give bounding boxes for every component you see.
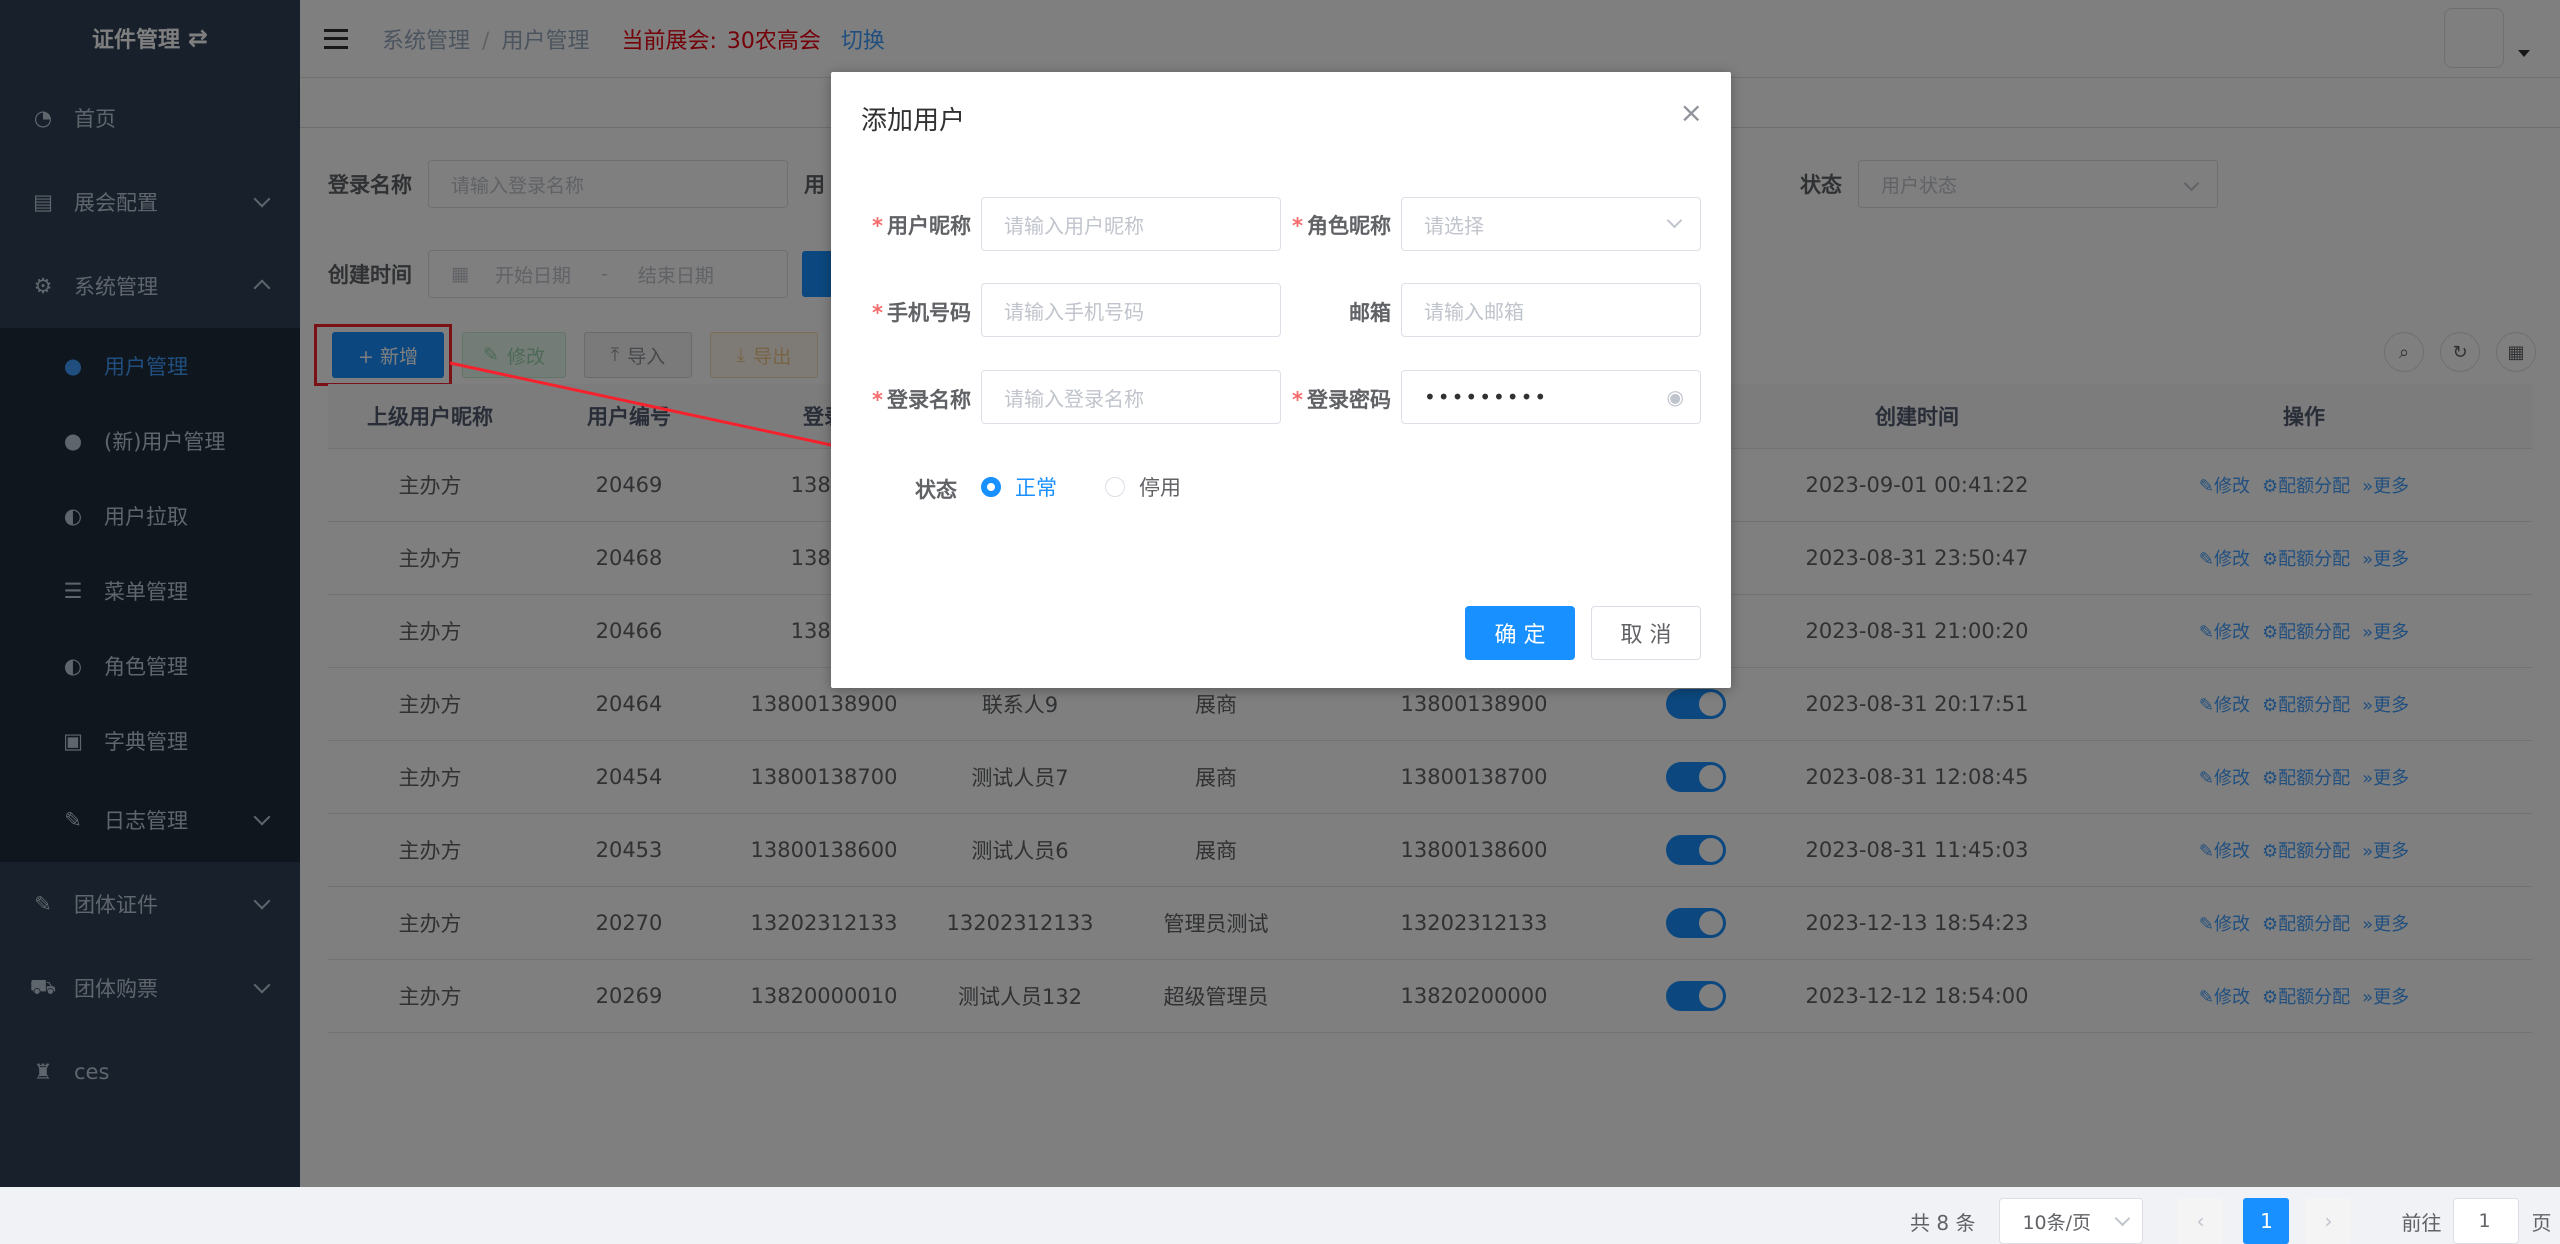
page-button[interactable]: 1 [2243, 1198, 2290, 1244]
password-input[interactable]: ••••••••• ◉ [1401, 370, 1701, 424]
radio-label: 停用 [1139, 476, 1181, 500]
add-user-dialog: 添加用户 × * 用户昵称 请输入用户昵称 * 角色昵称 请选择 * 手机号码 请输入… [831, 72, 1731, 688]
nickname-label: * 用户昵称 [872, 214, 971, 238]
status-label: 状态 [915, 478, 957, 502]
email-label: 邮箱 [1349, 301, 1391, 325]
eye-icon[interactable]: ◉ [1667, 385, 1684, 409]
email-input[interactable]: 请输入邮箱 [1401, 283, 1701, 337]
login-name-input[interactable]: 请输入登录名称 [981, 370, 1281, 424]
page-suffix: 页 [2531, 1210, 2552, 1235]
close-icon[interactable]: × [1680, 96, 1703, 129]
nickname-input[interactable]: 请输入用户昵称 [981, 197, 1281, 251]
radio-checked-icon [981, 477, 1001, 497]
page-size-select[interactable]: 10条/页 [1999, 1198, 2144, 1244]
phone-label: * 手机号码 [872, 301, 971, 325]
next-page-button[interactable]: › [2305, 1198, 2352, 1244]
radio-unchecked-icon [1105, 477, 1125, 497]
confirm-button[interactable]: 确 定 [1465, 606, 1575, 660]
cancel-button[interactable]: 取 消 [1591, 606, 1701, 660]
role-placeholder: 请选择 [1424, 213, 1484, 238]
status-radio-normal[interactable]: 正常 [981, 472, 1057, 502]
prev-page-button[interactable]: ‹ [2177, 1198, 2224, 1244]
radio-label: 正常 [1015, 476, 1057, 500]
page-size-value: 10条/页 [2022, 1211, 2092, 1234]
status-radio-disabled[interactable]: 停用 [1105, 472, 1181, 502]
chevron-down-icon [2115, 1210, 2131, 1227]
phone-input[interactable]: 请输入手机号码 [981, 283, 1281, 337]
password-value: ••••••••• [1424, 385, 1549, 409]
login-name-label: * 登录名称 [872, 388, 971, 412]
password-label: * 登录密码 [1292, 388, 1391, 412]
role-select[interactable]: 请选择 [1401, 197, 1701, 251]
pagination-total: 共 8 条 [1910, 1210, 1976, 1235]
pagination: 共 8 条 10条/页 ‹ 1 › 前往 1 页 [1910, 1198, 2551, 1244]
dialog-title: 添加用户 [861, 106, 966, 136]
chevron-down-icon [1666, 212, 1683, 229]
role-label: * 角色昵称 [1292, 214, 1391, 238]
goto-input[interactable]: 1 [2453, 1198, 2520, 1244]
goto-label: 前往 [2401, 1210, 2442, 1235]
